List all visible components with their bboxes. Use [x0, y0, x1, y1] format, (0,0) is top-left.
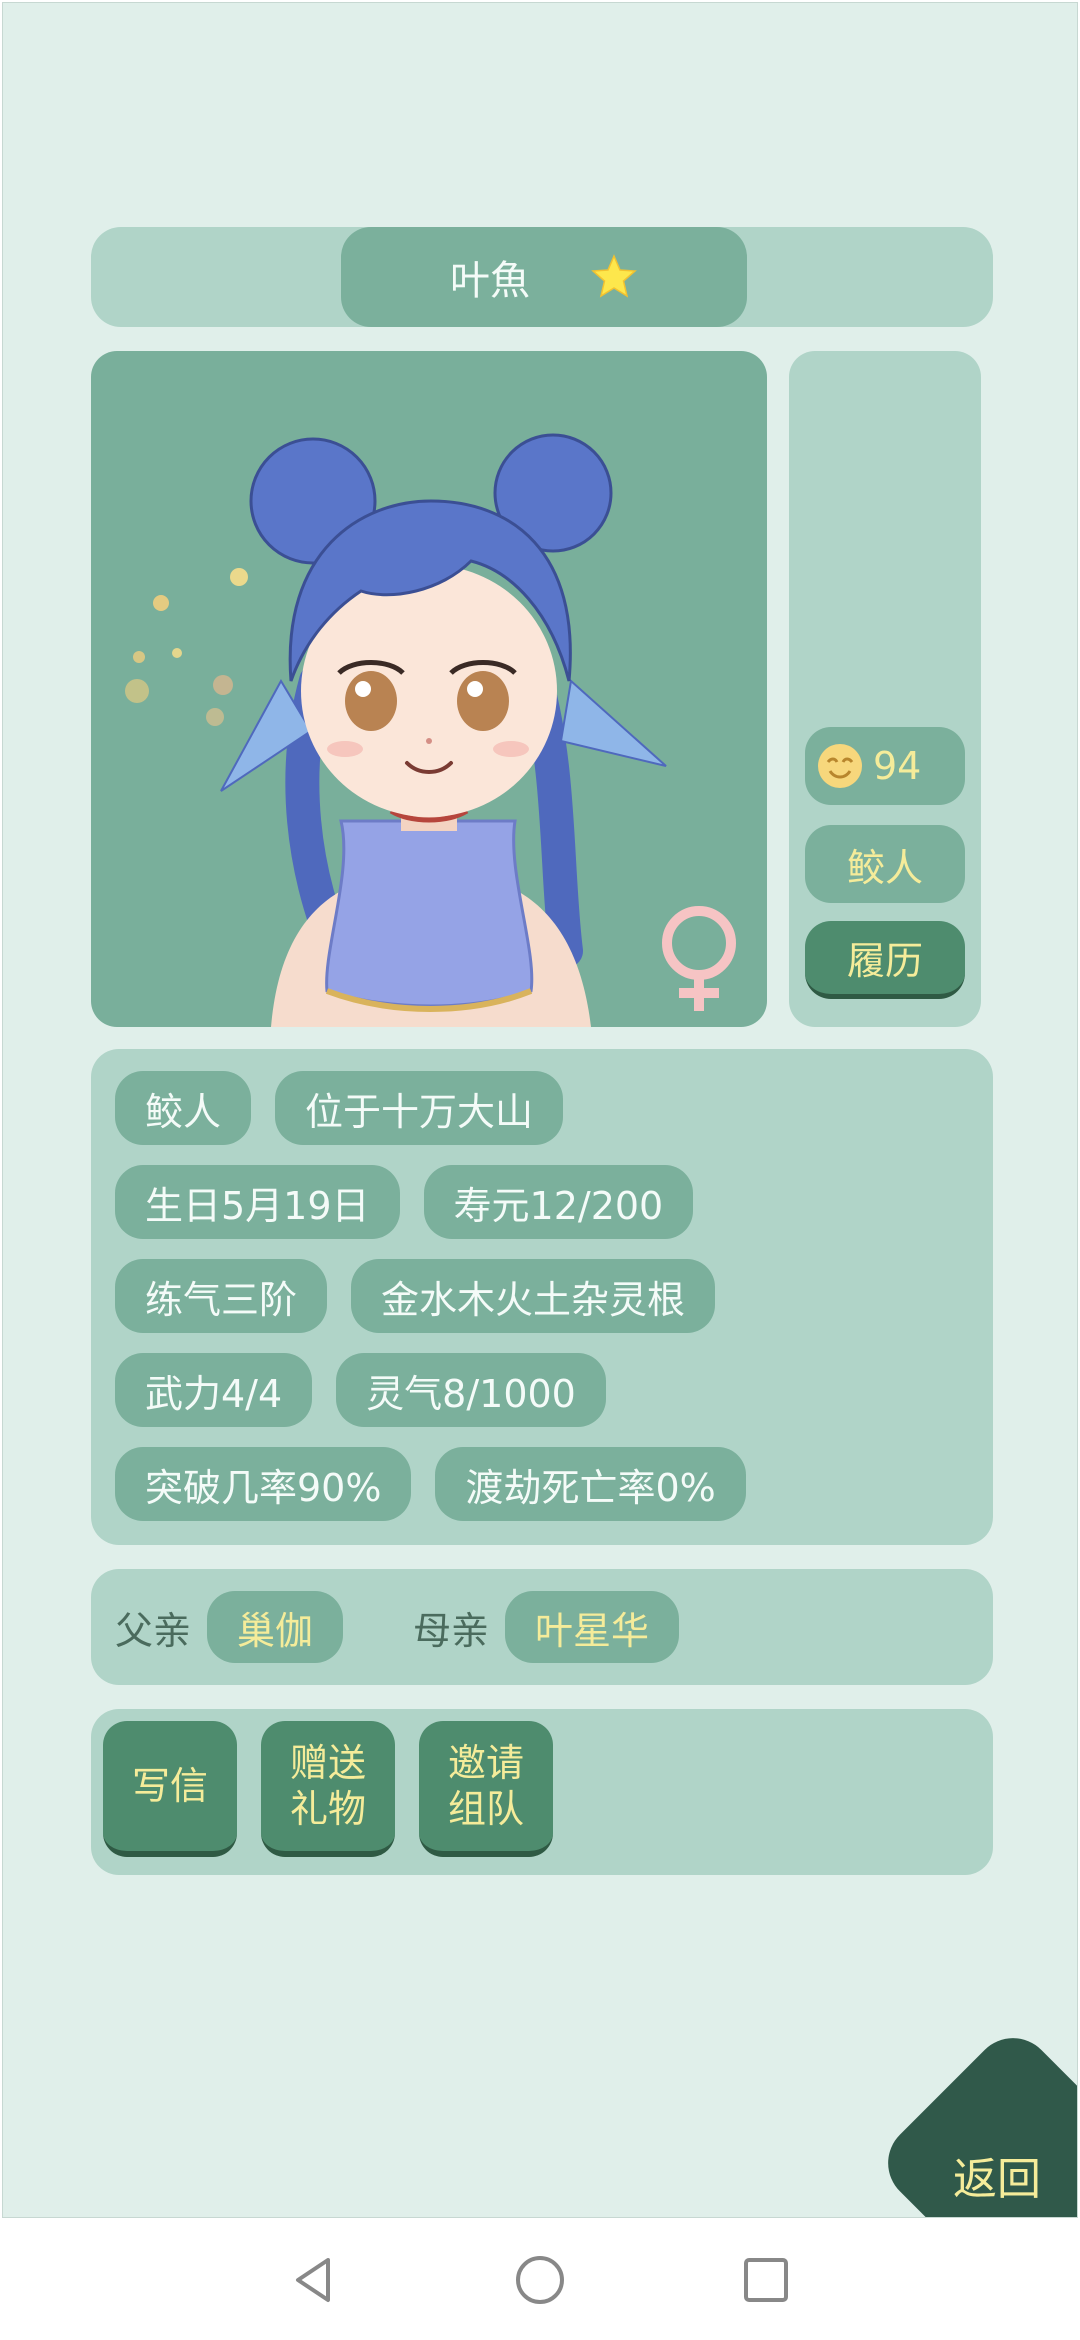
info-row: 鲛人 位于十万大山 — [115, 1071, 564, 1145]
character-name: 叶魚 — [450, 258, 530, 304]
back-label: 返回 — [953, 2154, 1041, 2205]
resume-button[interactable]: 履历 — [805, 921, 965, 999]
female-symbol-icon — [662, 906, 736, 1011]
parents-panel: 父亲 巢伽 母亲 叶星华 — [91, 1569, 993, 1685]
info-row: 练气三阶 金水木火土杂灵根 — [115, 1259, 716, 1333]
smile-face-icon — [818, 744, 862, 788]
sparkle-effects — [125, 568, 248, 726]
character-portrait — [91, 351, 767, 1027]
character-name-pill: 叶魚 — [341, 227, 747, 327]
mother-label: 母亲 — [413, 1608, 490, 1653]
info-tag: 寿元12/200 — [423, 1165, 694, 1239]
nav-home-icon[interactable] — [512, 2252, 568, 2308]
back-button[interactable]: 返回 — [871, 2021, 1077, 2217]
info-tag: 突破几率90% — [115, 1447, 412, 1521]
mother-name[interactable]: 叶星华 — [505, 1591, 680, 1663]
info-tag: 鲛人 — [115, 1071, 252, 1145]
race-chip: 鲛人 — [805, 825, 965, 903]
info-row: 武力4/4 灵气8/1000 — [115, 1353, 606, 1427]
info-row: 突破几率90% 渡劫死亡率0% — [115, 1447, 746, 1521]
write-letter-button[interactable]: 写信 — [103, 1721, 237, 1857]
character-screen: 叶魚 94 鲛人 履历 鲛人 位于十万大山 生日5月19日 寿元12/200 练… — [2, 2, 1078, 2218]
info-tag: 位于十万大山 — [275, 1071, 564, 1145]
info-row: 生日5月19日 寿元12/200 — [115, 1165, 694, 1239]
info-tag: 生日5月19日 — [115, 1165, 400, 1239]
info-tag: 渡劫死亡率0% — [435, 1447, 746, 1521]
nav-recents-icon[interactable] — [738, 2252, 794, 2308]
title-bar: 叶魚 — [91, 227, 993, 327]
star-icon[interactable] — [590, 253, 638, 301]
actions-panel: 写信 赠送 礼物 邀请 组队 — [91, 1709, 993, 1875]
invite-team-button[interactable]: 邀请 组队 — [419, 1721, 553, 1857]
nav-back-icon[interactable] — [286, 2252, 342, 2308]
send-gift-button[interactable]: 赠送 礼物 — [261, 1721, 395, 1857]
info-tag: 灵气8/1000 — [336, 1353, 606, 1427]
info-panel: 鲛人 位于十万大山 生日5月19日 寿元12/200 练气三阶 金水木火土杂灵根… — [91, 1049, 993, 1545]
system-navbar — [0, 2220, 1080, 2340]
info-tag: 金水木火土杂灵根 — [351, 1259, 716, 1333]
info-tag: 武力4/4 — [115, 1353, 313, 1427]
side-panel: 94 鲛人 履历 — [789, 351, 981, 1027]
father-label: 父亲 — [115, 1608, 192, 1653]
info-tag: 练气三阶 — [115, 1259, 328, 1333]
mood-chip: 94 — [805, 727, 965, 805]
mood-value: 94 — [873, 744, 922, 788]
father-name[interactable]: 巢伽 — [207, 1591, 344, 1663]
